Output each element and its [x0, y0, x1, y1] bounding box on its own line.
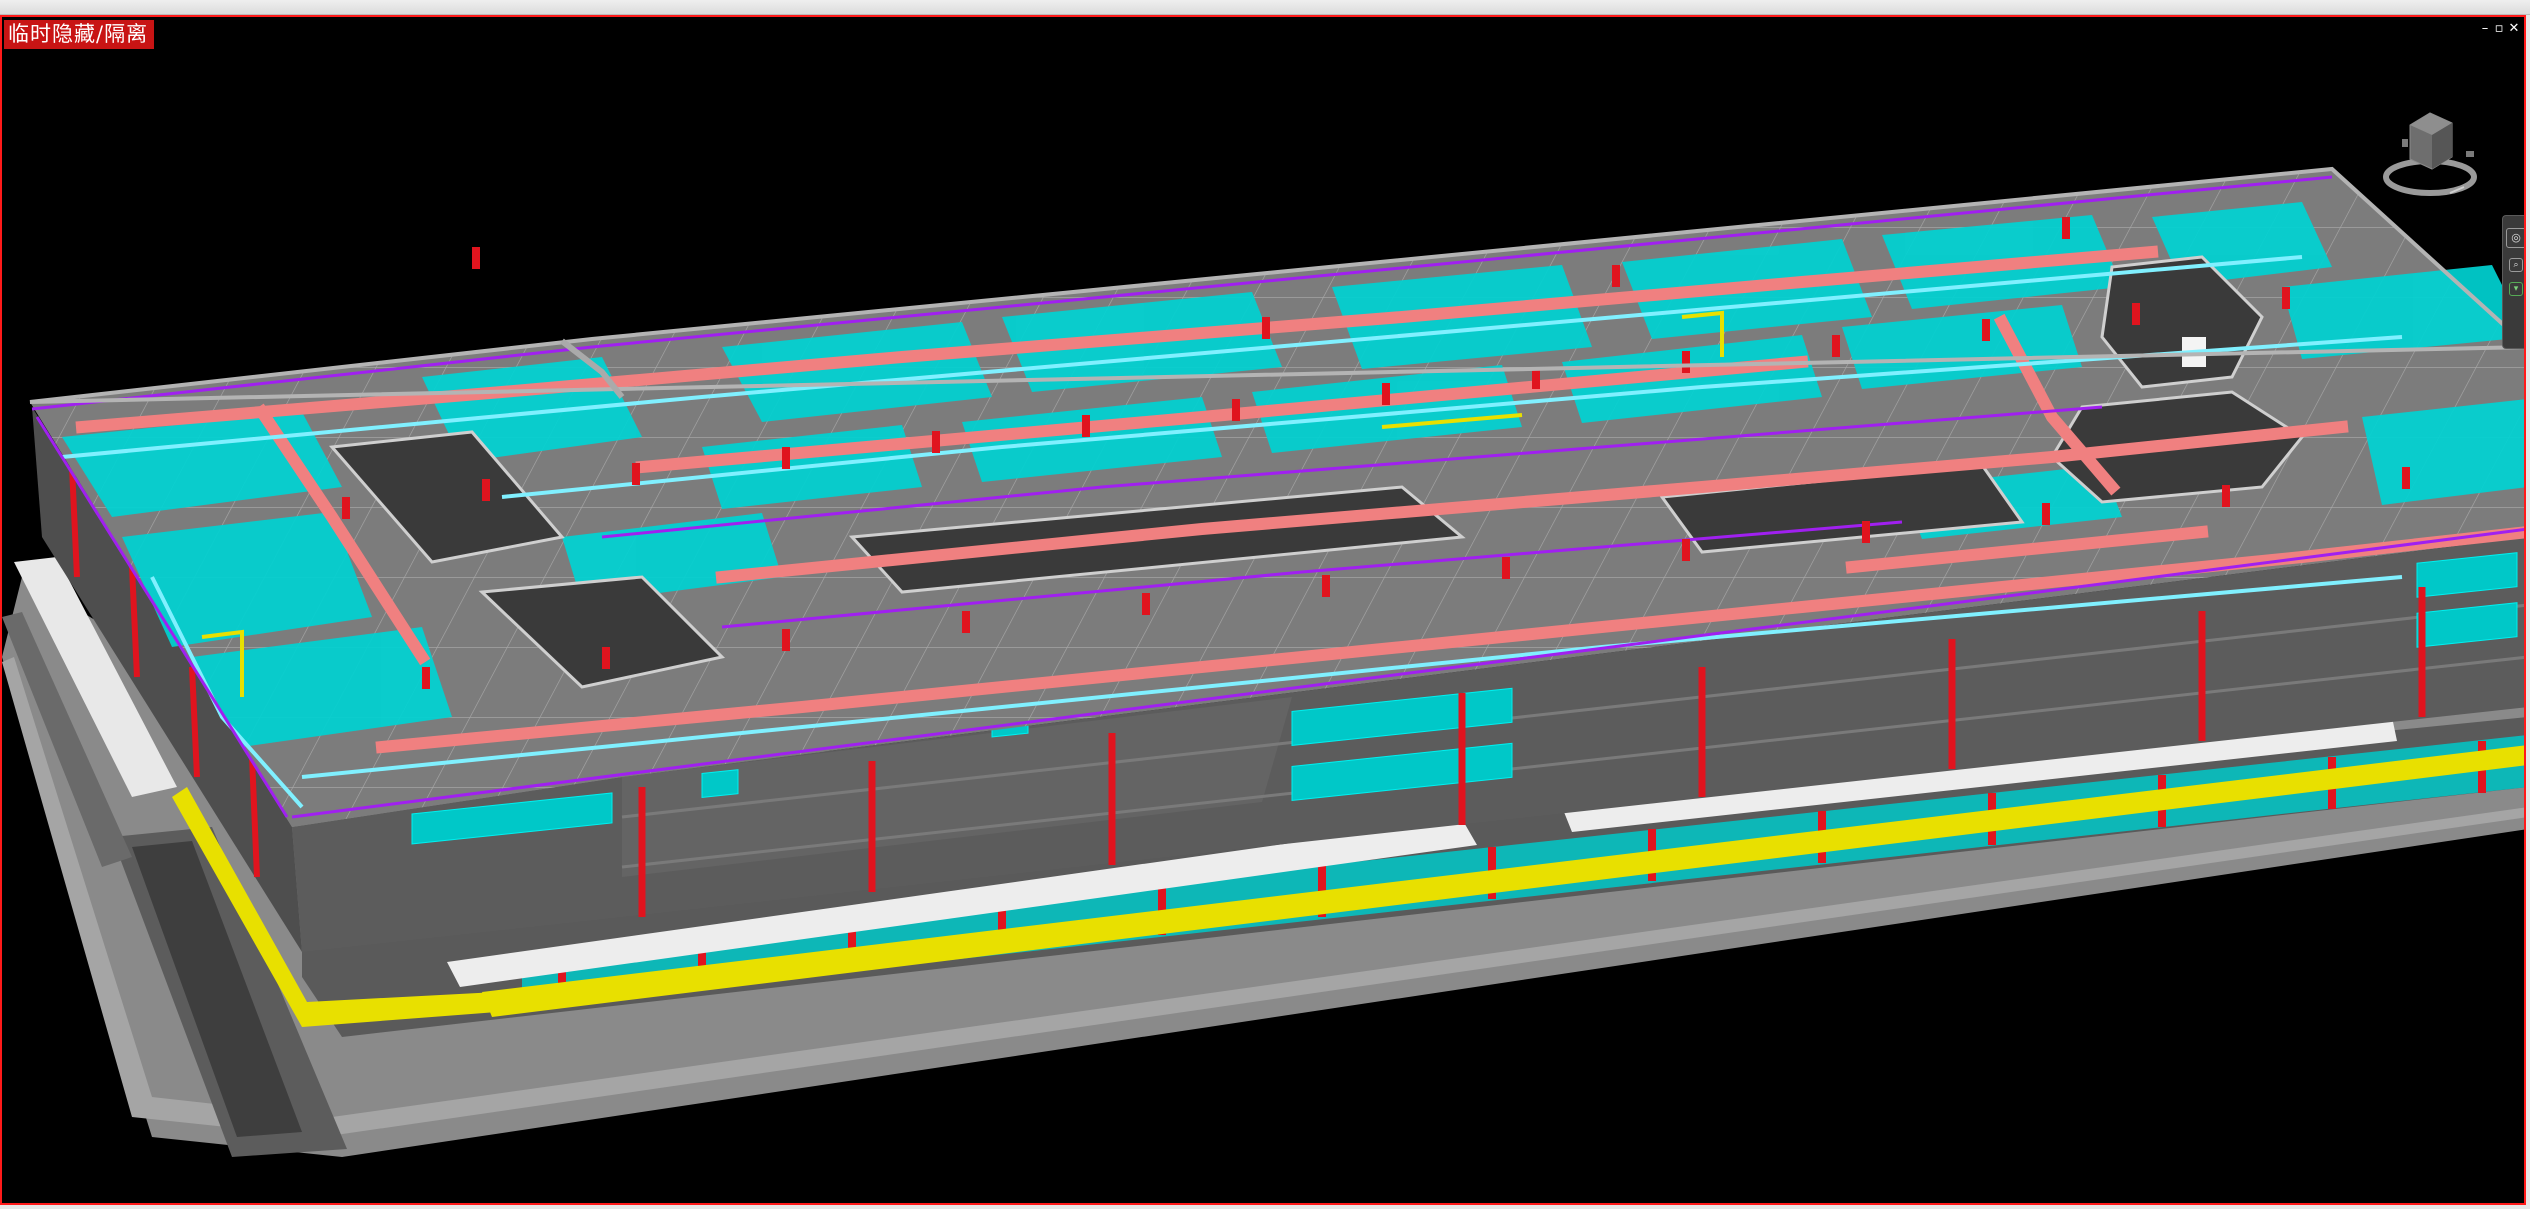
- view-close-button[interactable]: ✕: [2507, 21, 2521, 37]
- steering-wheel-icon[interactable]: ◎: [2506, 228, 2524, 248]
- viewcube-icon[interactable]: [2380, 95, 2480, 205]
- window-title-bar: [0, 0, 2530, 15]
- view-minimize-button[interactable]: –: [2478, 21, 2492, 37]
- building-3d-model[interactable]: [2, 17, 2526, 1205]
- view-restore-button[interactable]: ▫: [2492, 21, 2506, 37]
- revit-window: 临时隐藏/隔离 – ▫ ✕ ◎ ⌕ ▾: [0, 0, 2530, 1209]
- nav-bar-options-icon[interactable]: ▾: [2509, 282, 2523, 296]
- zoom-icon[interactable]: ⌕: [2509, 258, 2523, 272]
- 3d-view-viewport[interactable]: 临时隐藏/隔离 – ▫ ✕ ◎ ⌕ ▾: [0, 15, 2526, 1205]
- temporary-hide-isolate-label: 临时隐藏/隔离: [4, 20, 155, 49]
- navigation-bar: ◎ ⌕ ▾: [2502, 215, 2524, 349]
